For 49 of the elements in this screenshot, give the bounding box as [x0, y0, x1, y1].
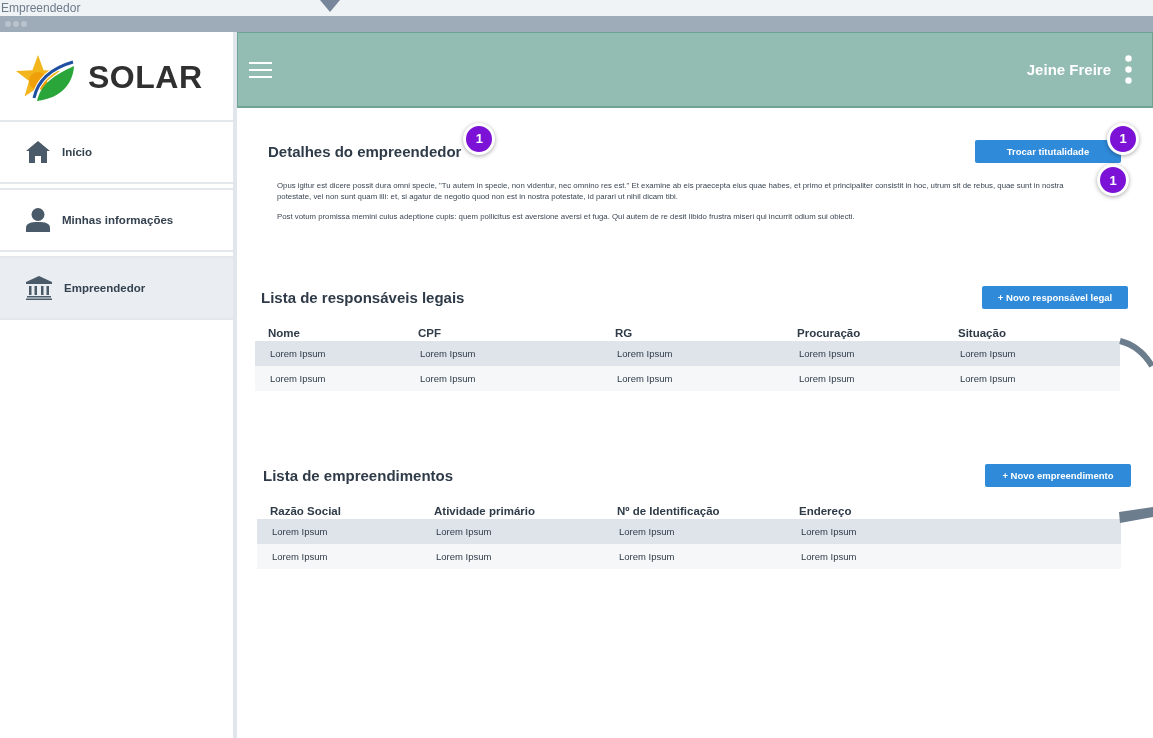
table-cell-text: Lorem Ipsum	[619, 526, 676, 537]
annotation-badge: 1	[1097, 164, 1129, 196]
column-header: Razão Social	[270, 504, 342, 517]
bank-building-icon	[26, 276, 52, 300]
table-cell-text: Lorem Ipsum	[420, 373, 477, 384]
column-header: Procuração	[797, 326, 862, 339]
house-icon	[26, 141, 50, 163]
table-cell-text: Lorem Ipsum	[801, 526, 858, 537]
sidebar-item[interactable]: Minhas informações	[0, 188, 233, 252]
column-header: CPF	[418, 326, 442, 339]
table-cell-text: Lorem Ipsum	[960, 348, 1017, 359]
table-cell-text: Lorem Ipsum	[960, 373, 1017, 384]
table-cell-text: Lorem Ipsum	[436, 526, 493, 537]
table-cell-text: Lorem Ipsum	[799, 373, 856, 384]
table-cell-text: Lorem Ipsum	[617, 348, 674, 359]
section-title: Lista de empreendimentos	[263, 467, 454, 484]
table-cell-text: Lorem Ipsum	[272, 526, 329, 537]
user-icon	[26, 208, 50, 232]
table-cell-text: Lorem Ipsum	[270, 348, 327, 359]
sidebar-item[interactable]: Empreendedor	[0, 256, 233, 320]
column-header: Endereço	[799, 504, 853, 517]
change-ownership-button[interactable]: Trocar titutalidade	[975, 139, 1121, 163]
section-title: Detalhes do empreendedor	[268, 142, 462, 160]
add-button[interactable]: + Novo responsável legal	[982, 286, 1128, 309]
sidebar-item[interactable]: Início	[0, 120, 233, 184]
table-cell-text: Lorem Ipsum	[270, 373, 327, 384]
table-cell-text: Lorem Ipsum	[272, 551, 329, 562]
add-button[interactable]: + Novo empreendimento	[985, 464, 1131, 487]
column-header: Atividade primário	[434, 504, 536, 517]
connector-line	[1119, 507, 1153, 523]
more-options-icon[interactable]	[1125, 55, 1132, 84]
user-name: Jeine Freire	[1026, 61, 1111, 78]
menu-icon[interactable]	[249, 61, 272, 78]
section-title: Lista de responsáveis legais	[261, 289, 465, 306]
column-header: RG	[615, 326, 634, 339]
table-cell-text: Lorem Ipsum	[617, 373, 674, 384]
table-cell-text: Lorem Ipsum	[619, 551, 676, 562]
table-cell-text: Lorem Ipsum	[436, 551, 493, 562]
down-triangle-icon	[320, 0, 340, 12]
column-header: Nº de Identificação	[617, 504, 721, 517]
page-label: Empreendedor	[1, 1, 81, 15]
connector-line	[1118, 338, 1153, 368]
table-cell-text: Lorem Ipsum	[420, 348, 477, 359]
column-header: Situação	[958, 326, 1007, 339]
logo-wordmark: SOLAR	[88, 61, 203, 93]
table-cell-text: Lorem Ipsum	[799, 348, 856, 359]
table-cell-text: Lorem Ipsum	[801, 551, 858, 562]
column-header: Nome	[268, 326, 301, 339]
window-dots-icon	[5, 21, 27, 27]
